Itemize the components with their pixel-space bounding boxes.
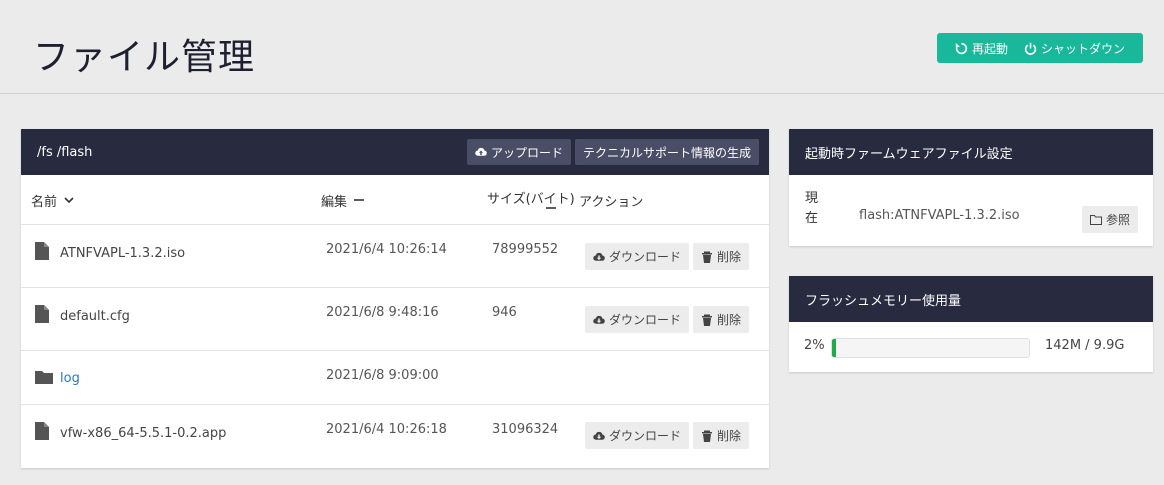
memory-total: 142M / 9.9G <box>1045 338 1125 353</box>
tech-support-button[interactable]: テクニカルサポート情報の生成 <box>574 139 759 165</box>
file-size: 31096324 <box>492 422 559 437</box>
folder-icon <box>35 371 53 384</box>
cloud-upload-icon <box>475 147 487 156</box>
restart-icon <box>955 42 968 54</box>
file-date: 2021/6/8 9:48:16 <box>326 305 439 320</box>
current-path: /fs /flash <box>37 144 93 160</box>
sort-none-icon <box>354 199 365 201</box>
cloud-download-icon <box>593 431 605 440</box>
table-row: log 2021/6/8 9:09:00 <box>21 351 769 405</box>
trash-icon <box>702 430 713 442</box>
file-date: 2021/6/4 10:26:14 <box>326 242 447 257</box>
shutdown-button[interactable]: シャットダウン <box>1016 40 1133 57</box>
file-name[interactable]: vfw-x86_64-5.5.1-0.2.app <box>60 426 226 441</box>
chevron-down-icon <box>64 197 74 204</box>
firmware-value: flash:ATNFVAPL-1.3.2.iso <box>859 208 1020 223</box>
download-button[interactable]: ダウンロード <box>585 243 690 270</box>
file-icon <box>35 305 49 323</box>
restart-label: 再起動 <box>971 41 1008 56</box>
folder-link[interactable]: log <box>60 371 80 386</box>
memory-usage-bar <box>831 338 1030 358</box>
file-icon <box>35 242 49 260</box>
upload-label: アップロード <box>490 145 563 160</box>
file-size: 946 <box>492 305 517 320</box>
sort-none-icon <box>545 207 556 209</box>
file-size: 78999552 <box>492 242 559 257</box>
column-edit[interactable]: 編集 <box>321 175 365 225</box>
file-date: 2021/6/8 9:09:00 <box>326 368 439 383</box>
current-label: 現在 <box>805 191 819 226</box>
file-name[interactable]: default.cfg <box>60 309 130 324</box>
flash-memory-panel: フラッシュメモリー使用量 2% 142M / 9.9G <box>789 276 1153 372</box>
power-icon <box>1024 42 1037 55</box>
column-size[interactable]: サイズ(バイト) <box>487 175 575 225</box>
upload-button[interactable]: アップロード <box>466 139 571 165</box>
page-header: ファイル管理 再起動 シャットダウン <box>0 0 1164 94</box>
cloud-download-icon <box>593 315 605 324</box>
delete-button[interactable]: 削除 <box>693 243 750 270</box>
folder-open-icon <box>1089 214 1102 225</box>
file-icon <box>35 422 49 440</box>
system-button-group: 再起動 シャットダウン <box>936 33 1143 63</box>
trash-icon <box>702 251 713 263</box>
file-list-header: /fs /flash アップロード テクニカルサポート情報の生成 <box>21 129 769 175</box>
flash-memory-title: フラッシュメモリー使用量 <box>789 276 1153 322</box>
startup-firmware-panel: 起動時ファームウェアファイル設定 現在 flash:ATNFVAPL-1.3.2… <box>789 129 1153 246</box>
column-action: アクション <box>579 194 644 210</box>
file-list-panel: /fs /flash アップロード テクニカルサポート情報の生成 名前 編集 サ… <box>21 129 769 468</box>
memory-usage-fill <box>832 339 836 357</box>
download-button[interactable]: ダウンロード <box>585 422 690 449</box>
table-row: ATNFVAPL-1.3.2.iso 2021/6/4 10:26:14 789… <box>21 225 769 288</box>
memory-percent: 2% <box>804 338 825 353</box>
trash-icon <box>702 314 713 326</box>
table-row: vfw-x86_64-5.5.1-0.2.app 2021/6/4 10:26:… <box>21 405 769 467</box>
cloud-download-icon <box>593 252 605 261</box>
delete-button[interactable]: 削除 <box>693 422 750 449</box>
tech-support-label: テクニカルサポート情報の生成 <box>582 145 751 160</box>
browse-button[interactable]: 参照 <box>1081 206 1138 233</box>
column-name[interactable]: 名前 <box>31 175 75 225</box>
shutdown-label: シャットダウン <box>1040 41 1125 56</box>
file-date: 2021/6/4 10:26:18 <box>326 422 447 437</box>
table-header: 名前 編集 サイズ(バイト) アクション <box>21 175 769 225</box>
startup-firmware-title: 起動時ファームウェアファイル設定 <box>789 129 1153 175</box>
page-title: ファイル管理 <box>33 37 256 78</box>
table-row: default.cfg 2021/6/8 9:48:16 946 ダウンロード … <box>21 288 769 351</box>
delete-button[interactable]: 削除 <box>693 306 750 333</box>
download-button[interactable]: ダウンロード <box>585 306 690 333</box>
restart-button[interactable]: 再起動 <box>947 40 1016 57</box>
file-name[interactable]: ATNFVAPL-1.3.2.iso <box>60 246 185 261</box>
